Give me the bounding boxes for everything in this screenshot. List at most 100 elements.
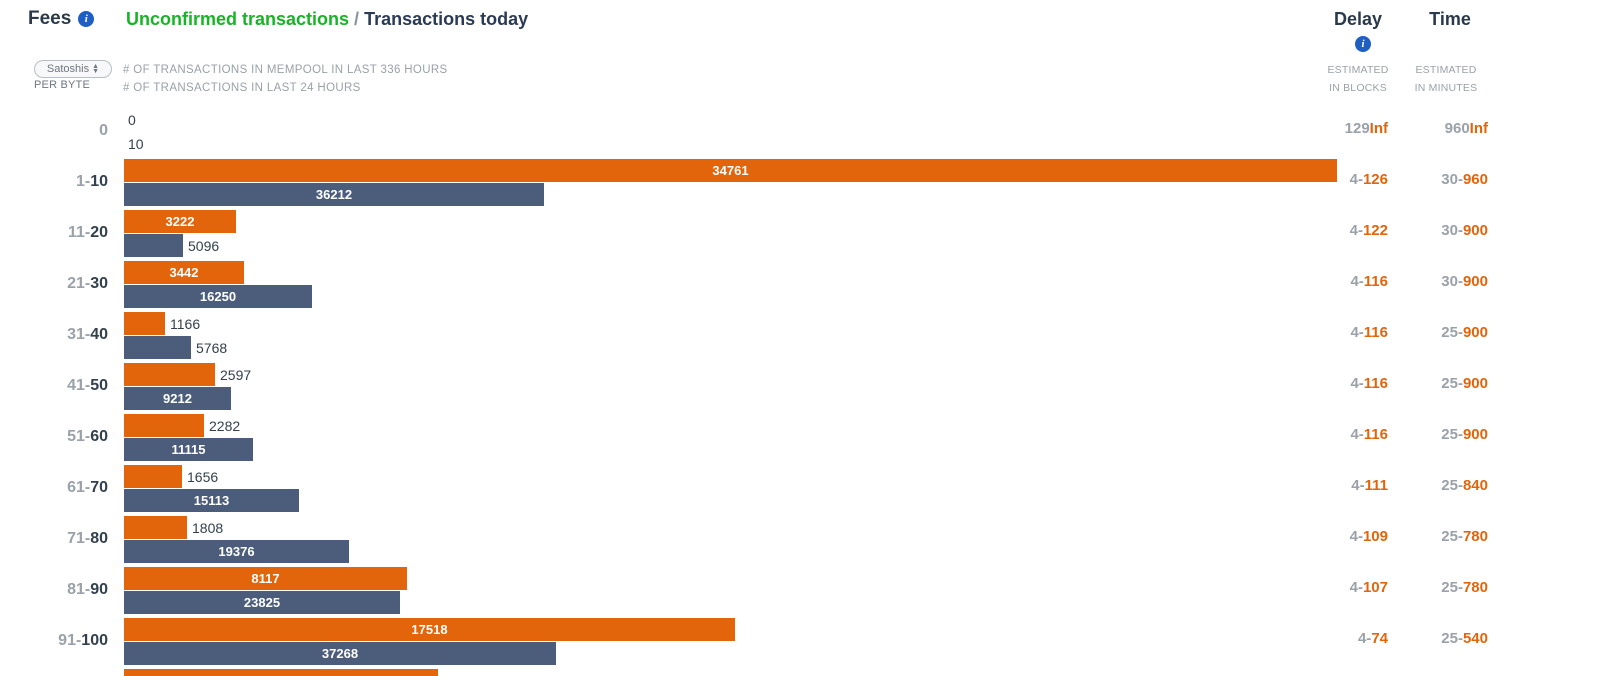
bar-value-label: 34761 [712,163,749,178]
chart-title: Unconfirmed transactions / Transactions … [126,9,528,30]
fee-row[interactable]: 51-60 2282 11115 4-116 25-900 [0,414,1600,465]
time-value: 25-780 [1441,579,1488,596]
bar-today[interactable]: 23825 [124,591,400,614]
fee-range-label: 0 [99,122,108,139]
fee-row[interactable]: 1-10 34761 36212 4-126 30-960 [0,159,1600,210]
bar-value-label: 1808 [192,519,224,536]
bar-today[interactable]: 5096 [124,234,219,257]
time-value: 25-900 [1441,426,1488,443]
fee-row[interactable]: 101-11090000 [0,669,1600,676]
delay-info-icon[interactable]: i [1355,36,1371,52]
bar-group: 17518 37268 [124,618,1304,669]
fees-header: Fees i [28,8,95,30]
time-column-header: Time [1429,9,1471,29]
bar-mempool[interactable]: 3222 [124,210,236,233]
time-sub-line2: IN MINUTES [1414,82,1478,94]
fee-row[interactable]: 81-90 8117 23825 4-107 25-780 [0,567,1600,618]
delay-value: 4-116 [1350,273,1388,290]
fee-range-label: 1-10 [75,173,108,190]
fees-label: Fees [28,8,72,29]
delay-value: 4-107 [1349,579,1388,596]
bar-value-label: 2282 [209,417,241,434]
fee-range-label: 21-30 [67,275,108,292]
fee-range-label: 91-100 [58,632,108,649]
title-transactions-today[interactable]: Transactions today [364,9,528,29]
bar-mempool[interactable]: 9000 [124,669,438,676]
bar-today[interactable]: 9212 [124,387,231,410]
time-value: 960Inf [1444,120,1488,137]
bar-value-label: 17518 [411,622,448,637]
time-sub-line1: ESTIMATED [1415,64,1477,76]
chevron-updown-icon: ▲ ▼ [92,63,100,75]
time-value: 30-960 [1441,171,1488,188]
delay-value: 4-126 [1349,171,1388,188]
delay-info-icon-wrap: i [1325,34,1401,52]
unit-sub-label: PER BYTE [34,79,91,91]
fee-row[interactable]: 31-40 1166 5768 4-116 25-900 [0,312,1600,363]
bar-value-label: 1656 [187,468,219,485]
fee-row[interactable]: 0 0 10 129Inf 960Inf [0,108,1600,159]
bar-value-label: 9212 [163,391,192,406]
bar-today[interactable]: 36212 [124,183,544,206]
delay-value: 4-111 [1351,477,1388,494]
bar-group: 1808 19376 [124,516,1304,567]
bar-mempool[interactable]: 3442 [124,261,244,284]
delay-column-header: Delay [1333,9,1383,29]
bar-today[interactable]: 16250 [124,285,312,308]
bar-mempool[interactable]: 1656 [124,465,218,488]
bar-mempool[interactable]: 1808 [124,516,223,539]
unit-select-value: Satoshis [46,63,90,75]
fee-row[interactable]: 11-20 3222 5096 4-122 30-900 [0,210,1600,261]
fee-row[interactable]: 41-50 2597 9212 4-116 25-900 [0,363,1600,414]
bar-value-label: 15113 [193,493,230,508]
delay-sub-line1: ESTIMATED [1327,64,1389,76]
bar-group: 34761 36212 [124,159,1337,210]
fee-range-label: 41-50 [67,377,108,394]
bar-value-label: 0 [128,111,136,128]
fees-info-icon[interactable]: i [78,11,95,27]
fee-range-label: 11-20 [67,224,108,241]
bar-mempool[interactable]: 8117 [124,567,407,590]
bar-mempool[interactable]: 17518 [124,618,735,641]
fee-row[interactable]: 21-30 3442 16250 4-116 30-900 [0,261,1600,312]
bar-today[interactable]: 5768 [124,336,227,359]
bar-mempool[interactable]: 34761 [124,159,1337,182]
bar-group: 2282 11115 [124,414,1304,465]
time-value: 25-900 [1441,375,1488,392]
fee-row[interactable]: 71-80 1808 19376 4-109 25-780 [0,516,1600,567]
bar-value-label: 1166 [170,315,201,332]
fee-range-label: 61-70 [67,479,108,496]
delay-column-subtitle: ESTIMATED IN BLOCKS [1312,61,1404,97]
bar-today[interactable]: 15113 [124,489,299,512]
bar-today[interactable]: 37268 [124,642,556,665]
legend-item-today: # OF TRANSACTIONS IN LAST 24 HOURS [123,82,361,94]
bar-today[interactable]: 19376 [124,540,349,563]
bar-value-label: 16250 [199,289,237,304]
fee-range-label: 51-60 [67,428,108,445]
bar-group: 3222 5096 [124,210,1304,261]
time-value: 25-840 [1441,477,1488,494]
bar-mempool[interactable]: 1166 [124,312,200,335]
bar-group: 1656 15113 [124,465,1304,516]
fee-row[interactable]: 61-70 1656 15113 4-111 25-840 [0,465,1600,516]
bar-group: 1166 5768 [124,312,1304,363]
time-value: 30-900 [1441,222,1488,239]
series-legend: # OF TRANSACTIONS IN MEMPOOL IN LAST 336… [123,61,448,97]
fee-distribution-page: Fees i Unconfirmed transactions / Transa… [0,0,1600,676]
delay-value: 4-116 [1350,426,1388,443]
unit-select[interactable]: Satoshis ▲ ▼ [34,60,112,78]
delay-value: 4-116 [1350,375,1388,392]
title-unconfirmed-transactions[interactable]: Unconfirmed transactions [126,9,349,29]
fee-row[interactable]: 91-100 17518 37268 4-74 25-540 [0,618,1600,669]
legend-item-mempool: # OF TRANSACTIONS IN MEMPOOL IN LAST 336… [123,64,448,76]
bar-mempool[interactable]: 2282 [124,414,240,437]
delay-value: 4-109 [1349,528,1388,545]
delay-value: 4-122 [1349,222,1388,239]
fee-bar-chart: 0 0 10 129Inf 960Inf 1-10 34761 36212 4-126 30-96… [0,108,1600,676]
bar-today[interactable]: 11115 [124,438,253,461]
bar-value-label: 8117 [251,571,280,586]
delay-sub-line2: IN BLOCKS [1329,82,1387,94]
bar-mempool[interactable]: 2597 [124,363,251,386]
bar-value-label: 5768 [196,339,228,356]
fee-range-label: 31-40 [67,326,108,343]
